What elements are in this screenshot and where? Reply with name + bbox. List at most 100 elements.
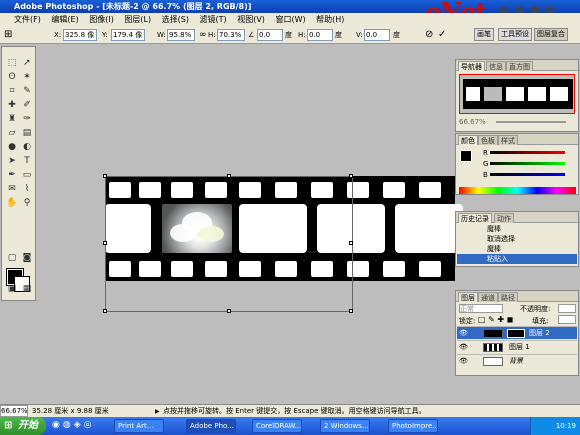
- tool-preset-button[interactable]: 工具预设: [498, 28, 532, 41]
- transform-handle[interactable]: [349, 309, 353, 313]
- tab-styles[interactable]: 样式: [498, 135, 518, 145]
- navigator-zoom[interactable]: 66.67%: [459, 118, 486, 126]
- y-field[interactable]: 179.4 像: [111, 29, 145, 41]
- link-icon[interactable]: ∞: [199, 29, 207, 41]
- pen-tool-icon[interactable]: ✒: [5, 169, 19, 182]
- status-zoom[interactable]: 66.67%: [0, 405, 28, 417]
- commit-transform-icon[interactable]: ✓: [438, 29, 446, 41]
- visibility-eye-icon[interactable]: 👁: [459, 327, 468, 340]
- notes-tool-icon[interactable]: ✉: [5, 183, 19, 196]
- screen-mode-icon[interactable]: ▣: [5, 283, 19, 296]
- marquee-tool-icon[interactable]: ⬚: [5, 57, 19, 70]
- eyedropper-icon[interactable]: ⌇: [20, 183, 34, 196]
- tab-color[interactable]: 颜色: [458, 135, 478, 145]
- menu-layer[interactable]: 图层(L): [124, 15, 151, 24]
- menu-view[interactable]: 视图(V): [237, 15, 265, 24]
- gradient-tool-icon[interactable]: ▤: [20, 127, 34, 140]
- brush-tab-button[interactable]: 画笔: [474, 28, 494, 41]
- type-tool-icon[interactable]: T: [20, 155, 34, 168]
- task-photoimpact[interactable]: PhotoImpre...: [388, 419, 438, 433]
- lock-icons[interactable]: □ ✎ ✚ ◼: [478, 315, 513, 324]
- fill-field[interactable]: [558, 315, 576, 324]
- transform-tool-icon[interactable]: ⊞: [4, 29, 12, 41]
- task-coreldraw[interactable]: CorelDRAW...: [252, 419, 302, 433]
- transform-handle[interactable]: [103, 309, 107, 313]
- quicklaunch-icons[interactable]: ◉◍◈◎: [52, 420, 94, 430]
- slice-tool-icon[interactable]: ✎: [20, 85, 34, 98]
- task-print-art[interactable]: Print Art...: [114, 419, 164, 433]
- dodge-tool-icon[interactable]: ◐: [20, 141, 34, 154]
- x-field[interactable]: 325.8 像: [63, 29, 97, 41]
- hand-tool-icon[interactable]: ✋: [5, 197, 19, 210]
- layer-row[interactable]: 👁 背景: [457, 354, 577, 367]
- standard-mode-icon[interactable]: ▢: [5, 252, 19, 265]
- vskew-field[interactable]: 0.0: [364, 29, 390, 41]
- stamp-tool-icon[interactable]: ♜: [5, 113, 19, 126]
- layer-mask-thumbnail[interactable]: [507, 329, 525, 338]
- cancel-transform-icon[interactable]: ⊘: [425, 29, 433, 41]
- task-photoshop[interactable]: Adobe Pho...: [186, 419, 236, 433]
- menu-window[interactable]: 窗口(W): [275, 15, 305, 24]
- layer-comp-button[interactable]: 图层复合: [534, 28, 568, 41]
- opacity-field[interactable]: [558, 304, 576, 313]
- crop-tool-icon[interactable]: ⌗: [5, 85, 19, 98]
- transform-handle[interactable]: [227, 309, 231, 313]
- menu-edit[interactable]: 编辑(E): [51, 15, 78, 24]
- r-slider[interactable]: [490, 151, 565, 154]
- g-slider[interactable]: [490, 162, 565, 165]
- angle-field[interactable]: 0.0: [257, 29, 283, 41]
- history-brush-icon[interactable]: ✑: [20, 113, 34, 126]
- tab-navigator[interactable]: 导航器: [458, 61, 485, 71]
- history-item-current[interactable]: 粘贴入: [457, 254, 577, 264]
- zoom-slider[interactable]: [496, 121, 566, 123]
- visibility-eye-icon[interactable]: 👁: [459, 355, 468, 368]
- b-slider[interactable]: [490, 173, 565, 176]
- blend-mode-select[interactable]: 正常: [459, 304, 503, 313]
- blur-tool-icon[interactable]: ●: [5, 141, 19, 154]
- tab-channels[interactable]: 通道: [478, 292, 498, 302]
- history-item[interactable]: 魔棒: [457, 244, 577, 254]
- transform-handle[interactable]: [227, 174, 231, 178]
- menu-file[interactable]: 文件(F): [14, 15, 41, 24]
- h-field[interactable]: 70.3%: [217, 29, 245, 41]
- transform-handle[interactable]: [103, 174, 107, 178]
- menu-select[interactable]: 选择(S): [162, 15, 189, 24]
- tab-swatches[interactable]: 色板: [478, 135, 498, 145]
- quickmask-mode-icon[interactable]: ◙: [20, 252, 34, 265]
- zoom-tool-icon[interactable]: ⚲: [20, 197, 34, 210]
- tab-actions[interactable]: 动作: [494, 213, 514, 223]
- visibility-eye-icon[interactable]: 👁: [459, 341, 468, 354]
- hskew-field[interactable]: 0.0: [307, 29, 333, 41]
- history-item[interactable]: 取消选择: [457, 234, 577, 244]
- transform-handle[interactable]: [103, 241, 107, 245]
- color-spectrum[interactable]: [459, 187, 576, 194]
- magic-wand-icon[interactable]: ✶: [20, 71, 34, 84]
- navigator-preview[interactable]: [459, 74, 575, 114]
- w-field[interactable]: 95.8%: [167, 29, 195, 41]
- path-select-icon[interactable]: ➤: [5, 155, 19, 168]
- task-windows[interactable]: 2 Windows...: [320, 419, 370, 433]
- tab-histogram[interactable]: 直方图: [506, 61, 533, 71]
- menu-image[interactable]: 图像(I): [89, 15, 114, 24]
- history-item[interactable]: 魔棒: [457, 224, 577, 234]
- transform-bounding-box[interactable]: [103, 174, 353, 313]
- tray-clock[interactable]: 10:19: [556, 422, 576, 430]
- menu-filter[interactable]: 滤镜(T): [200, 15, 227, 24]
- shape-tool-icon[interactable]: ▭: [20, 169, 34, 182]
- start-button[interactable]: ⊞ 开始: [0, 417, 46, 435]
- tab-layers[interactable]: 图层: [458, 292, 478, 302]
- tab-history[interactable]: 历史记录: [458, 213, 492, 223]
- tab-paths[interactable]: 路径: [498, 292, 518, 302]
- tab-info[interactable]: 信息: [486, 61, 506, 71]
- move-tool-icon[interactable]: ➚: [20, 57, 34, 70]
- transform-handle[interactable]: [349, 241, 353, 245]
- lasso-tool-icon[interactable]: ʘ: [5, 71, 19, 84]
- brush-tool-icon[interactable]: ✐: [20, 99, 34, 112]
- layer-row[interactable]: 👁 图层 1: [457, 340, 577, 353]
- color-fg-swatch[interactable]: [460, 150, 472, 162]
- healing-brush-icon[interactable]: ✚: [5, 99, 19, 112]
- transform-handle[interactable]: [349, 174, 353, 178]
- menu-help[interactable]: 帮助(H): [316, 15, 344, 24]
- layer-row-selected[interactable]: 👁 图层 2: [457, 326, 577, 339]
- eraser-tool-icon[interactable]: ▱: [5, 127, 19, 140]
